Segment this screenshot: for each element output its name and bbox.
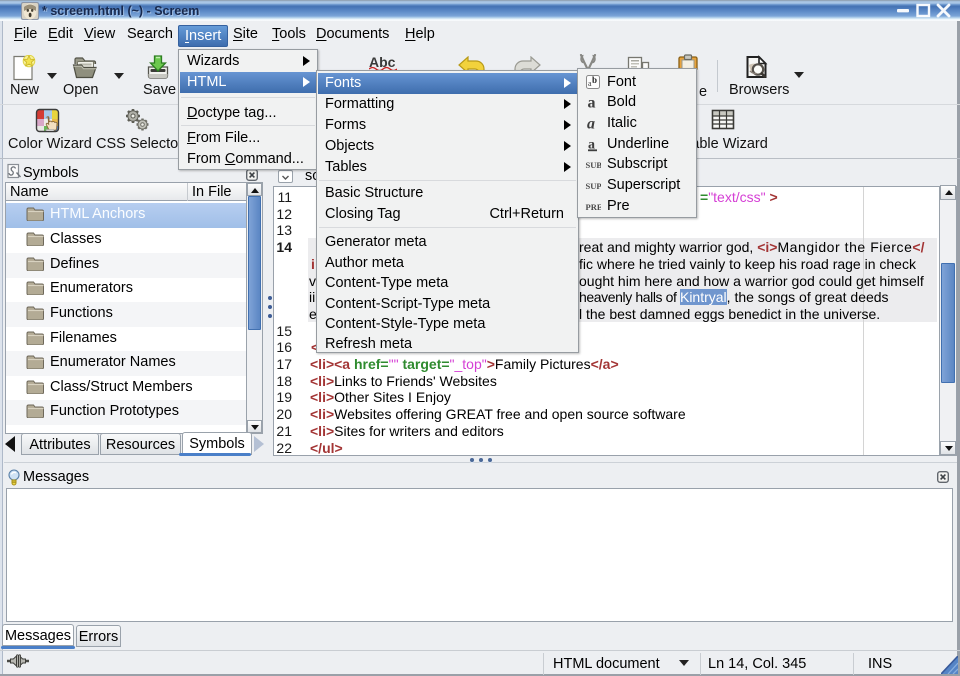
svg-text:PRE: PRE [586,202,602,212]
svg-text:SUP: SUP [586,181,602,191]
svg-text:a: a [588,95,596,111]
svg-text:SUB: SUB [586,160,602,170]
svg-text:a: a [587,115,595,131]
svg-text:b: b [592,75,597,85]
